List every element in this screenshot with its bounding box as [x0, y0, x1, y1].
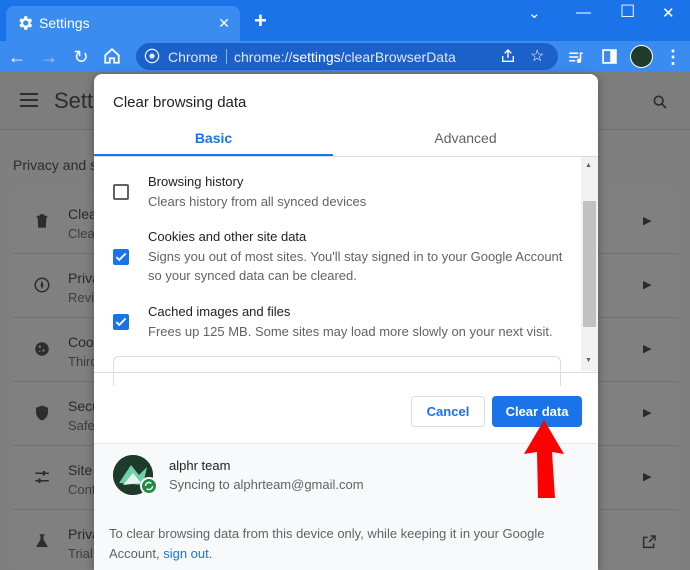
shield-icon — [36, 405, 48, 421]
scroll-up-arrow-icon[interactable]: ▲ — [585, 162, 592, 169]
chevron-right-icon: ▶ — [643, 343, 652, 355]
reload-icon[interactable]: ↻ — [70, 46, 92, 68]
tabs-divider — [94, 156, 598, 157]
privacy-section-title: Privacy and s — [13, 157, 98, 173]
scrollbar-thumb[interactable] — [583, 201, 596, 327]
chevron-right-icon: ▶ — [643, 471, 652, 483]
share-icon[interactable] — [500, 48, 516, 64]
forward-arrow-icon[interactable]: → — [38, 46, 60, 68]
dialog-footer: To clear browsing data from this device … — [94, 503, 598, 570]
sliders-icon — [35, 471, 49, 483]
new-tab-button[interactable]: + — [254, 8, 267, 34]
option-desc: Clears history from all synced devices — [148, 194, 367, 209]
account-name: alphr team — [169, 458, 231, 473]
home-icon[interactable] — [103, 47, 121, 65]
back-arrow-icon[interactable]: ← — [6, 46, 28, 68]
cancel-button[interactable]: Cancel — [411, 396, 485, 427]
profile-avatar[interactable] — [630, 45, 653, 68]
option-desc: Frees up 125 MB. Some sites may load mor… — [148, 324, 553, 339]
tab-strip: Settings ✕ + ⌄ — ☐ ✕ — [0, 0, 690, 41]
account-sync-status: Syncing to alphrteam@gmail.com — [169, 477, 364, 492]
sync-icon — [140, 477, 158, 495]
flask-icon — [36, 534, 48, 547]
gear-icon — [19, 16, 33, 30]
window-close-button[interactable]: ✕ — [662, 4, 675, 22]
option-title: Cached images and files — [148, 304, 291, 319]
url-path: /clearBrowserData — [340, 49, 456, 65]
chevron-right-icon: ▶ — [643, 407, 652, 419]
url-host: settings — [292, 49, 341, 65]
minimize-button[interactable]: — — [576, 4, 591, 21]
browser-tab-settings[interactable]: Settings ✕ — [6, 6, 240, 41]
option-desc: Signs you out of most sites. You'll stay… — [148, 249, 563, 283]
settings-row-desc: Clea — [68, 226, 95, 241]
tab-advanced[interactable]: Advanced — [333, 122, 598, 156]
checkmark-icon — [115, 317, 127, 327]
external-link-icon — [642, 535, 656, 549]
media-queue-icon[interactable] — [567, 48, 585, 66]
settings-row-title: Clea — [68, 206, 97, 222]
cookie-icon — [35, 342, 49, 356]
cached-images-checkbox[interactable] — [113, 314, 129, 330]
browsing-history-checkbox[interactable] — [113, 184, 129, 200]
chrome-logo-icon — [144, 48, 160, 64]
checkmark-icon — [115, 252, 127, 262]
settings-row-desc: Trial — [68, 546, 93, 561]
option-title: Browsing history — [148, 174, 244, 189]
footer-text: To clear browsing data from this device … — [109, 524, 569, 564]
scroll-down-arrow-icon[interactable]: ▼ — [585, 357, 592, 364]
search-icon[interactable] — [652, 94, 668, 110]
sign-out-link[interactable]: sign out. — [163, 546, 212, 561]
trash-icon — [36, 214, 48, 228]
tab-basic[interactable]: Basic — [94, 122, 333, 156]
url-text: chrome://settings/clearBrowserData — [234, 49, 456, 65]
chevron-right-icon: ▶ — [643, 215, 652, 227]
hamburger-menu-icon[interactable] — [20, 93, 38, 107]
content-divider — [94, 372, 598, 373]
bookmark-star-icon[interactable]: ☆ — [530, 46, 544, 66]
tab-title: Settings — [39, 15, 90, 31]
chevron-right-icon: ▶ — [643, 279, 652, 291]
tab-close-icon[interactable]: ✕ — [218, 15, 230, 32]
compass-icon — [34, 277, 50, 293]
cookies-checkbox[interactable] — [113, 249, 129, 265]
dialog-title: Clear browsing data — [113, 94, 247, 111]
side-panel-icon[interactable] — [601, 48, 618, 65]
maximize-button[interactable]: ☐ — [620, 2, 635, 22]
menu-kebab-icon[interactable]: ⋮ — [662, 46, 684, 68]
option-title: Cookies and other site data — [148, 229, 307, 244]
settings-row-desc: Safe — [68, 418, 95, 433]
browser-toolbar: ← → ↻ Chrome chrome://settings/clearBrow… — [0, 41, 690, 72]
omnibox-chip-label: Chrome — [168, 49, 218, 65]
url-scheme: chrome:// — [234, 49, 293, 65]
tab-search-chevron-icon[interactable]: ⌄ — [528, 4, 541, 22]
settings-row-title: Site — [68, 462, 93, 478]
settings-title: Setti — [54, 88, 99, 113]
address-bar[interactable]: Chrome chrome://settings/clearBrowserDat… — [136, 43, 558, 70]
sync-info-box — [113, 356, 561, 386]
red-arrow-annotation — [524, 420, 564, 498]
omnibox-separator — [226, 49, 227, 64]
